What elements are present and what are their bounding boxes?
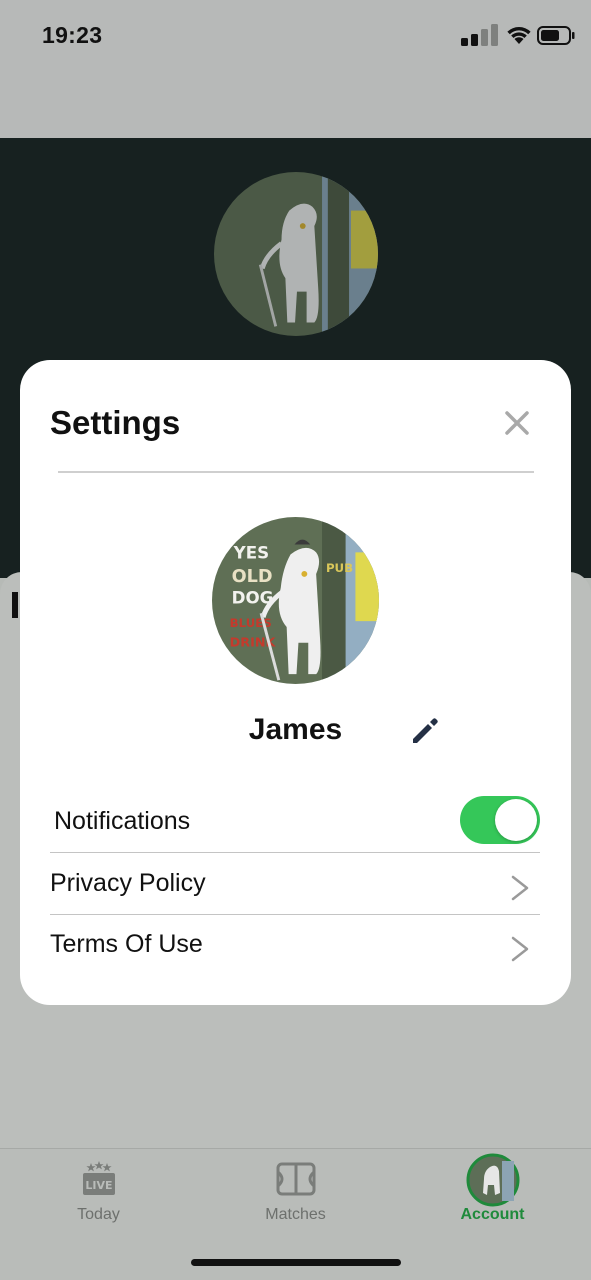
svg-text:LIVE: LIVE: [85, 1179, 112, 1192]
notifications-row: Notifications: [50, 793, 540, 853]
status-bar: 19:23: [0, 0, 591, 138]
edit-icon[interactable]: [408, 713, 442, 747]
chevron-right-icon: [511, 936, 529, 962]
content-text-fragment: [12, 592, 18, 618]
privacy-policy-row[interactable]: Privacy Policy: [50, 855, 540, 915]
tab-account-label: Account: [460, 1206, 525, 1223]
avatar-icon: [466, 1153, 519, 1207]
avatar-sign-yes: YES: [233, 543, 270, 562]
tab-matches[interactable]: Matches: [197, 1149, 394, 1239]
toggle-knob: [495, 799, 537, 841]
battery-icon: [537, 26, 575, 45]
notifications-label: Notifications: [54, 807, 191, 835]
tab-account[interactable]: Account: [394, 1149, 591, 1239]
tab-matches-label: Matches: [265, 1206, 326, 1223]
signal-icon: [461, 24, 498, 46]
chevron-right-icon: [511, 875, 529, 901]
settings-modal: Settings YES OLD DOG BLUES DRINK PUB Jam…: [20, 360, 571, 1005]
tab-today-label: Today: [77, 1206, 120, 1223]
modal-title: Settings: [50, 404, 181, 441]
pitch-icon: [276, 1162, 315, 1196]
avatar-sign-pub: PUB: [326, 561, 353, 575]
terms-of-use-row[interactable]: Terms Of Use: [50, 916, 540, 976]
title-divider: [58, 471, 534, 473]
header-avatar: [214, 172, 378, 336]
row-divider: [50, 913, 540, 915]
close-icon[interactable]: [500, 406, 534, 440]
row-divider: [50, 851, 540, 853]
status-time: 19:23: [42, 22, 103, 48]
user-name: James: [248, 713, 343, 746]
notifications-toggle[interactable]: [460, 796, 540, 844]
wifi-icon: [507, 27, 531, 44]
privacy-policy-label: Privacy Policy: [50, 869, 206, 897]
profile-avatar[interactable]: YES OLD DOG BLUES DRINK PUB: [212, 517, 379, 684]
home-indicator: [191, 1259, 401, 1266]
tab-today[interactable]: LIVE Today: [0, 1149, 197, 1239]
terms-of-use-label: Terms Of Use: [50, 930, 203, 958]
live-icon: LIVE: [82, 1161, 115, 1195]
avatar-sign-old: OLD: [232, 567, 273, 587]
